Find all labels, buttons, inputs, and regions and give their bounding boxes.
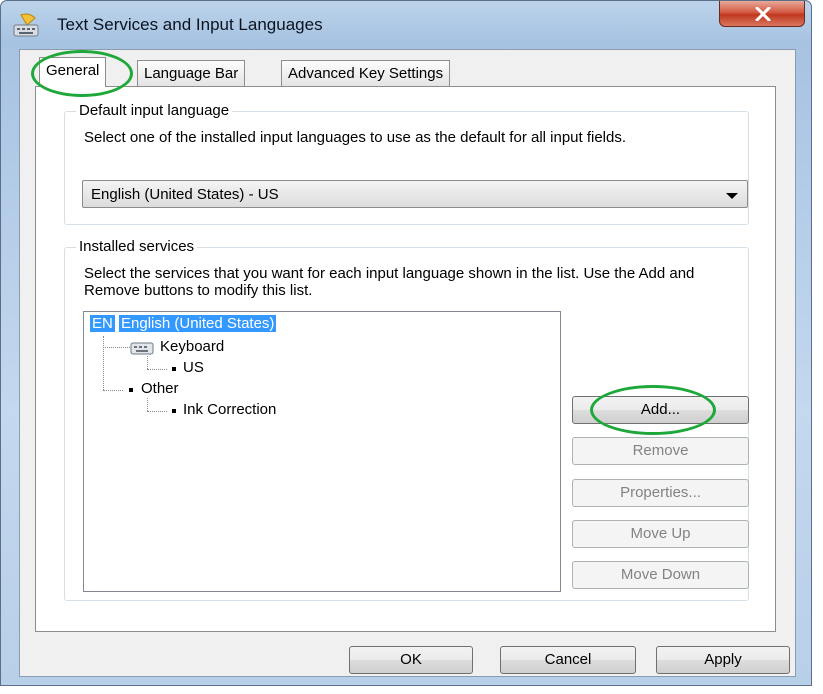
default-language-description: Select one of the installed input langua…: [84, 129, 627, 146]
language-badge: EN: [90, 315, 115, 332]
tree-item-other[interactable]: Other: [141, 380, 179, 397]
keyboard-icon: [130, 339, 154, 359]
bullet-icon: [172, 409, 176, 413]
tree-item-language[interactable]: EN English (United States): [90, 315, 277, 332]
tab-language-bar[interactable]: Language Bar: [137, 60, 246, 86]
highlight-ellipse-general-tab: [31, 50, 133, 97]
group-legend: Installed services: [76, 238, 198, 255]
installed-services-description: Select the services that you want for ea…: [84, 265, 695, 299]
bullet-icon: [129, 388, 133, 392]
window-title: Text Services and Input Languages: [57, 15, 323, 34]
tree-item-keyboard[interactable]: Keyboard: [160, 338, 224, 355]
group-legend: Default input language: [76, 102, 233, 119]
keyboard-icon: [13, 12, 39, 38]
language-label: English (United States): [119, 315, 277, 332]
highlight-ellipse-add-button: [590, 385, 716, 435]
tree-connector: [147, 356, 148, 369]
tree-connector: [103, 336, 104, 390]
chevron-down-icon: [726, 193, 738, 199]
ok-button[interactable]: OK: [349, 646, 473, 674]
tab-advanced-key-settings[interactable]: Advanced Key Settings: [281, 60, 451, 86]
tree-connector: [103, 390, 123, 391]
cancel-button[interactable]: Cancel: [500, 646, 636, 674]
general-tab-panel: Default input language Select one of the…: [35, 86, 776, 632]
apply-button[interactable]: Apply: [656, 646, 790, 674]
move-down-button[interactable]: Move Down: [572, 561, 749, 589]
tree-connector: [103, 347, 130, 348]
tree-connector: [147, 411, 167, 412]
close-button[interactable]: [719, 1, 805, 27]
remove-button[interactable]: Remove: [572, 437, 749, 465]
selected-language: English (United States) - US: [91, 186, 279, 203]
bullet-icon: [172, 367, 176, 371]
properties-button[interactable]: Properties...: [572, 479, 749, 507]
tree-item-ink-correction[interactable]: Ink Correction: [183, 401, 276, 418]
services-tree[interactable]: EN English (United States) Keyboard US O…: [83, 311, 561, 592]
tab-label: Advanced Key Settings: [288, 65, 444, 82]
tree-connector: [147, 369, 167, 370]
default-language-select[interactable]: English (United States) - US: [82, 180, 748, 208]
tree-item-keyboard-layout[interactable]: US: [183, 359, 204, 376]
tree-connector: [147, 398, 148, 411]
move-up-button[interactable]: Move Up: [572, 520, 749, 548]
tab-label: Language Bar: [144, 65, 239, 82]
close-icon: [755, 7, 771, 21]
